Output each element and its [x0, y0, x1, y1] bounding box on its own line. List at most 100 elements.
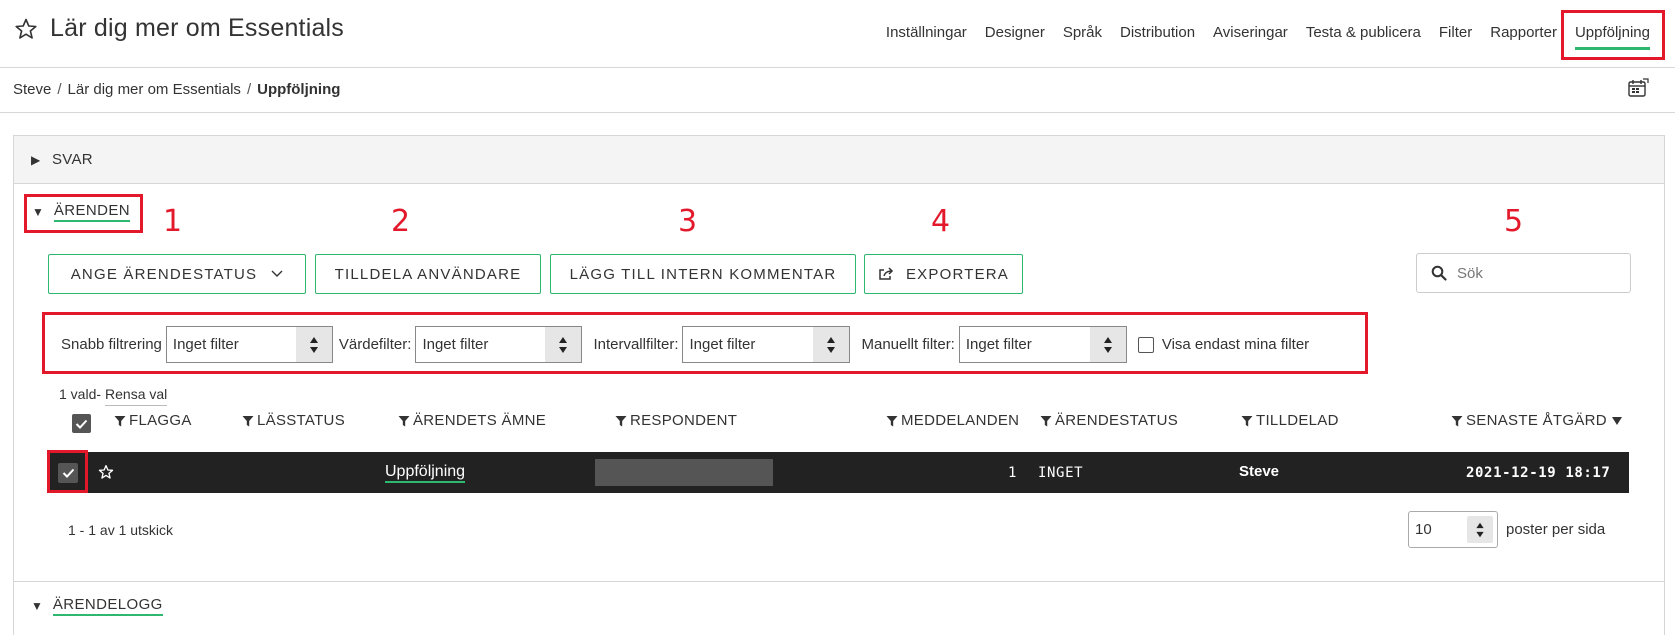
collapse-down-icon: ▼ [31, 599, 43, 613]
main-panel: ▶ SVAR ▼ ÄRENDEN 1 2 3 4 5 ANGE ÄRENDEST… [13, 135, 1665, 635]
search-box[interactable] [1416, 253, 1631, 293]
per-page-input[interactable]: 10 [1408, 511, 1498, 548]
column-label: ÄRENDESTATUS [1055, 412, 1179, 429]
updown-arrows-icon [295, 327, 332, 362]
column-label: TILLDELAD [1256, 412, 1339, 429]
case-subject-link[interactable]: Uppföljning [385, 463, 466, 483]
calendar-icon[interactable] [1627, 77, 1649, 99]
annotation-number-1: 1 [163, 204, 183, 239]
annotation-number-4: 4 [931, 204, 951, 239]
export-button[interactable]: EXPORTERA [864, 254, 1023, 294]
quick-filter-label: Snabb filtrering [61, 336, 162, 353]
annotation-highlight-nav [1561, 10, 1665, 60]
column-label: RESPONDENT [630, 412, 738, 429]
quick-filter-select[interactable]: Inget filter [165, 326, 333, 363]
case-status: INGET [1038, 465, 1084, 481]
column-flagga[interactable]: FLAGGA [114, 412, 192, 429]
column-label: SENASTE ÅTGÄRD [1466, 412, 1607, 429]
nav-aviseringar[interactable]: Aviseringar [1204, 18, 1297, 50]
clear-selection-link[interactable]: Rensa val [105, 386, 168, 406]
section-arendelogg [13, 581, 1665, 635]
breadcrumb-separator: / [246, 81, 252, 98]
filter-icon [242, 415, 254, 426]
search-input[interactable] [1457, 264, 1607, 282]
filter-icon [114, 415, 126, 426]
chevron-down-icon [271, 270, 283, 277]
breadcrumb-separator: / [57, 81, 62, 98]
section-arendelogg-header[interactable]: ▼ ÄRENDELOGG [31, 596, 163, 616]
breadcrumb-current: Uppföljning [257, 81, 341, 98]
select-all-checkbox[interactable] [72, 414, 91, 433]
set-status-dropdown[interactable]: ANGE ÄRENDESTATUS [48, 254, 306, 294]
filter-icon [886, 415, 898, 426]
updown-arrows-icon[interactable] [1467, 516, 1493, 543]
expand-right-icon: ▶ [31, 153, 41, 167]
column-tilldelad[interactable]: TILLDELAD [1241, 412, 1339, 429]
page-title: Lär dig mer om Essentials [50, 14, 345, 42]
export-icon [879, 267, 894, 280]
nav-installningar[interactable]: Inställningar [877, 18, 976, 50]
column-senaste-atgard[interactable]: SENASTE ÅTGÄRD [1451, 412, 1626, 429]
updown-arrows-icon [545, 327, 582, 362]
breadcrumb: Steve / Lär dig mer om Essentials / Uppf… [13, 81, 340, 98]
value-filter-select[interactable]: Inget filter [415, 326, 583, 363]
top-header: Lär dig mer om Essentials Inställningar … [0, 0, 1675, 68]
breadcrumb-item-survey[interactable]: Lär dig mer om Essentials [68, 81, 241, 98]
table-header: FLAGGA LÄSSTATUS ÄRENDETS ÄMNE RESPONDEN… [54, 404, 1642, 438]
add-comment-label: LÄGG TILL INTERN KOMMENTAR [569, 265, 837, 283]
filter-icon [398, 415, 410, 426]
assign-user-label: TILLDELA ANVÄNDARE [334, 265, 522, 283]
column-meddelanden[interactable]: MEDDELANDEN [886, 412, 1019, 429]
breadcrumb-item-steve[interactable]: Steve [13, 81, 51, 98]
nav-testa-publicera[interactable]: Testa & publicera [1297, 18, 1430, 50]
messages-count: 1 [1008, 465, 1018, 481]
column-lasstatus[interactable]: LÄSSTATUS [242, 412, 345, 429]
manual-filter-label: Manuellt filter: [861, 336, 955, 353]
value-filter-label: Värdefilter: [338, 336, 412, 353]
main-nav: Inställningar Designer Språk Distributio… [877, 0, 1659, 68]
column-arendestatus[interactable]: ÄRENDESTATUS [1040, 412, 1178, 429]
value-filter-value: Inget filter [422, 336, 489, 353]
selection-info: 1 vald- Rensa val [59, 386, 168, 406]
only-my-filters-label: Visa endast mina filter [1161, 336, 1310, 353]
annotation-number-2: 2 [391, 204, 411, 239]
sort-descending-icon[interactable] [1611, 416, 1623, 426]
updown-arrows-icon [813, 327, 850, 362]
interval-filter-value: Inget filter [689, 336, 756, 353]
manual-filter-value: Inget filter [965, 336, 1032, 353]
last-action-date: 2021-12-19 18:17 [1466, 465, 1611, 481]
filter-icon [1040, 415, 1052, 426]
nav-designer[interactable]: Designer [976, 18, 1054, 50]
flag-star-icon[interactable] [98, 464, 114, 480]
favorite-star-icon[interactable] [14, 17, 38, 41]
filter-icon [1451, 415, 1463, 426]
column-label: FLAGGA [129, 412, 192, 429]
export-label: EXPORTERA [905, 265, 1010, 283]
divider [0, 112, 1675, 113]
interval-filter-select[interactable]: Inget filter [682, 326, 851, 363]
title-area: Lär dig mer om Essentials [14, 14, 344, 43]
table-row[interactable]: Uppföljning 1 INGET Steve 2021-12-19 18:… [48, 452, 1629, 493]
only-my-filters-checkbox[interactable] [1137, 336, 1154, 353]
nav-filter[interactable]: Filter [1430, 18, 1481, 50]
nav-sprak[interactable]: Språk [1054, 18, 1111, 50]
annotation-number-5: 5 [1504, 204, 1524, 239]
column-arendets-amne[interactable]: ÄRENDETS ÄMNE [398, 412, 546, 429]
filter-bar: Snabb filtrering Inget filter Värdefilte… [61, 326, 1309, 363]
assigned-user: Steve [1239, 463, 1280, 480]
per-page-label: poster per sida [1506, 521, 1606, 538]
search-icon [1431, 265, 1447, 281]
section-svar-header[interactable]: ▶ SVAR [14, 136, 1664, 184]
respondent-redacted [595, 459, 773, 486]
filter-icon [615, 415, 627, 426]
column-label: ÄRENDETS ÄMNE [413, 412, 547, 429]
set-status-label: ANGE ÄRENDESTATUS [70, 265, 258, 283]
manual-filter-select[interactable]: Inget filter [958, 326, 1127, 363]
add-internal-comment-button[interactable]: LÄGG TILL INTERN KOMMENTAR [550, 254, 856, 294]
nav-distribution[interactable]: Distribution [1111, 18, 1204, 50]
updown-arrows-icon [1089, 327, 1126, 362]
section-arendelogg-label: ÄRENDELOGG [52, 596, 163, 616]
assign-user-button[interactable]: TILLDELA ANVÄNDARE [315, 254, 541, 294]
column-respondent[interactable]: RESPONDENT [615, 412, 737, 429]
nav-rapporter[interactable]: Rapporter [1481, 18, 1566, 50]
